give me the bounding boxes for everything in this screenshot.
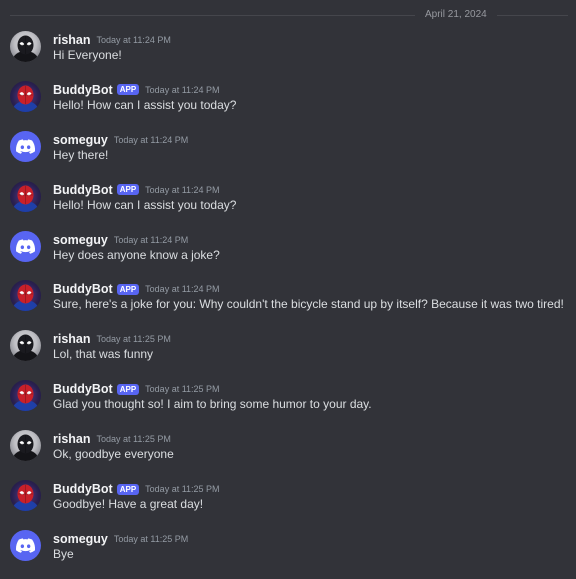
message-content: Sure, here's a joke for you: Why couldn'…	[53, 297, 564, 312]
spider-hero-avatar-icon	[12, 334, 39, 362]
timestamp[interactable]: Today at 11:24 PM	[145, 281, 219, 297]
spider-hero-avatar-icon	[12, 185, 39, 212]
message[interactable]: someguy Today at 11:24 PM Hey does anyon…	[0, 230, 576, 280]
message-content: Hello! How can I assist you today?	[53, 97, 237, 112]
author-name[interactable]: rishan	[53, 431, 91, 447]
timestamp[interactable]: Today at 11:24 PM	[145, 82, 219, 98]
author-name[interactable]: BuddyBot	[53, 281, 113, 297]
timestamp[interactable]: Today at 11:24 PM	[114, 132, 188, 148]
timestamp[interactable]: Today at 11:24 PM	[97, 32, 171, 48]
discord-default-avatar[interactable]	[10, 230, 41, 262]
message[interactable]: rishan Today at 11:24 PM Hi Everyone!	[0, 30, 576, 80]
message[interactable]: rishan Today at 11:25 PM Lol, that was f…	[0, 329, 576, 379]
message-header: rishan Today at 11:25 PM	[53, 431, 171, 447]
spider-hero-avatar-icon	[12, 85, 39, 112]
message-content: Hi Everyone!	[53, 48, 122, 62]
date-divider: April 21, 2024	[0, 0, 576, 30]
message-content: Ok, goodbye everyone	[53, 447, 174, 462]
discord-default-avatar[interactable]	[10, 529, 41, 561]
app-badge: APP	[116, 283, 140, 295]
discord-logo-icon	[16, 238, 35, 254]
message-content: Hey does anyone know a joke?	[53, 247, 220, 262]
discord-logo-icon	[16, 538, 35, 553]
buddybot-avatar[interactable]	[10, 180, 41, 212]
message[interactable]: BuddyBot APP Today at 11:24 PM Sure, her…	[0, 279, 576, 329]
message[interactable]: BuddyBot APP Today at 11:25 PM Glad you …	[0, 379, 576, 429]
author-name[interactable]: BuddyBot	[53, 481, 113, 497]
message-header: BuddyBot APP Today at 11:25 PM	[53, 481, 220, 497]
timestamp[interactable]: Today at 11:25 PM	[145, 481, 219, 497]
author-name[interactable]: rishan	[53, 32, 91, 48]
message-header: BuddyBot APP Today at 11:25 PM	[53, 381, 220, 397]
author-name[interactable]: BuddyBot	[53, 182, 113, 198]
spider-hero-avatar-icon	[12, 35, 39, 62]
author-name[interactable]: BuddyBot	[53, 82, 113, 98]
message-header: BuddyBot APP Today at 11:24 PM	[53, 82, 220, 98]
message-content: Goodbye! Have a great day!	[53, 497, 204, 512]
app-badge: APP	[116, 383, 140, 395]
author-name[interactable]: someguy	[53, 531, 108, 547]
message-content: Bye	[53, 546, 74, 561]
timestamp[interactable]: Today at 11:25 PM	[97, 431, 171, 447]
timestamp[interactable]: Today at 11:25 PM	[114, 531, 188, 547]
message-content: Glad you thought so! I aim to bring some…	[53, 397, 372, 412]
timestamp[interactable]: Today at 11:25 PM	[97, 331, 171, 347]
rishan-avatar[interactable]	[10, 330, 41, 362]
message-header: BuddyBot APP Today at 11:24 PM	[53, 281, 220, 297]
author-name[interactable]: BuddyBot	[53, 381, 113, 397]
message-content: Hey there!	[53, 147, 109, 162]
author-name[interactable]: someguy	[53, 232, 108, 248]
message-header: BuddyBot APP Today at 11:24 PM	[53, 182, 220, 198]
message-header: rishan Today at 11:25 PM	[53, 331, 171, 347]
timestamp[interactable]: Today at 11:24 PM	[114, 232, 188, 248]
buddybot-avatar[interactable]	[10, 480, 41, 512]
buddybot-avatar[interactable]	[10, 280, 41, 312]
spider-hero-avatar-icon	[12, 384, 39, 412]
spider-hero-avatar-icon	[12, 284, 39, 312]
rishan-avatar[interactable]	[10, 31, 41, 62]
message-list: rishan Today at 11:24 PM Hi Everyone! Bu…	[0, 30, 576, 579]
message[interactable]: BuddyBot APP Today at 11:24 PM Hello! Ho…	[0, 180, 576, 230]
message-content: Hello! How can I assist you today?	[53, 197, 237, 212]
author-name[interactable]: someguy	[53, 132, 108, 148]
message[interactable]: someguy Today at 11:24 PM Hey there!	[0, 130, 576, 180]
message-header: rishan Today at 11:24 PM	[53, 32, 171, 48]
timestamp[interactable]: Today at 11:25 PM	[145, 381, 219, 397]
app-badge: APP	[116, 84, 140, 96]
message[interactable]: someguy Today at 11:25 PM Bye	[0, 529, 576, 579]
buddybot-avatar[interactable]	[10, 80, 41, 112]
rishan-avatar[interactable]	[10, 430, 41, 462]
spider-hero-avatar-icon	[12, 434, 39, 462]
date-divider-label: April 21, 2024	[415, 8, 497, 22]
message-content: Lol, that was funny	[53, 347, 154, 362]
buddybot-avatar[interactable]	[10, 380, 41, 412]
message-header: someguy Today at 11:24 PM	[53, 132, 188, 148]
timestamp[interactable]: Today at 11:24 PM	[145, 182, 219, 198]
discord-default-avatar[interactable]	[10, 130, 41, 162]
message-header: someguy Today at 11:25 PM	[53, 531, 188, 547]
message[interactable]: BuddyBot APP Today at 11:24 PM Hello! Ho…	[0, 80, 576, 130]
spider-hero-avatar-icon	[12, 484, 39, 512]
app-badge: APP	[116, 483, 140, 495]
message-header: someguy Today at 11:24 PM	[53, 232, 188, 248]
message[interactable]: rishan Today at 11:25 PM Ok, goodbye eve…	[0, 429, 576, 479]
message[interactable]: BuddyBot APP Today at 11:25 PM Goodbye! …	[0, 479, 576, 529]
app-badge: APP	[116, 184, 140, 196]
author-name[interactable]: rishan	[53, 331, 91, 347]
discord-logo-icon	[16, 139, 35, 154]
